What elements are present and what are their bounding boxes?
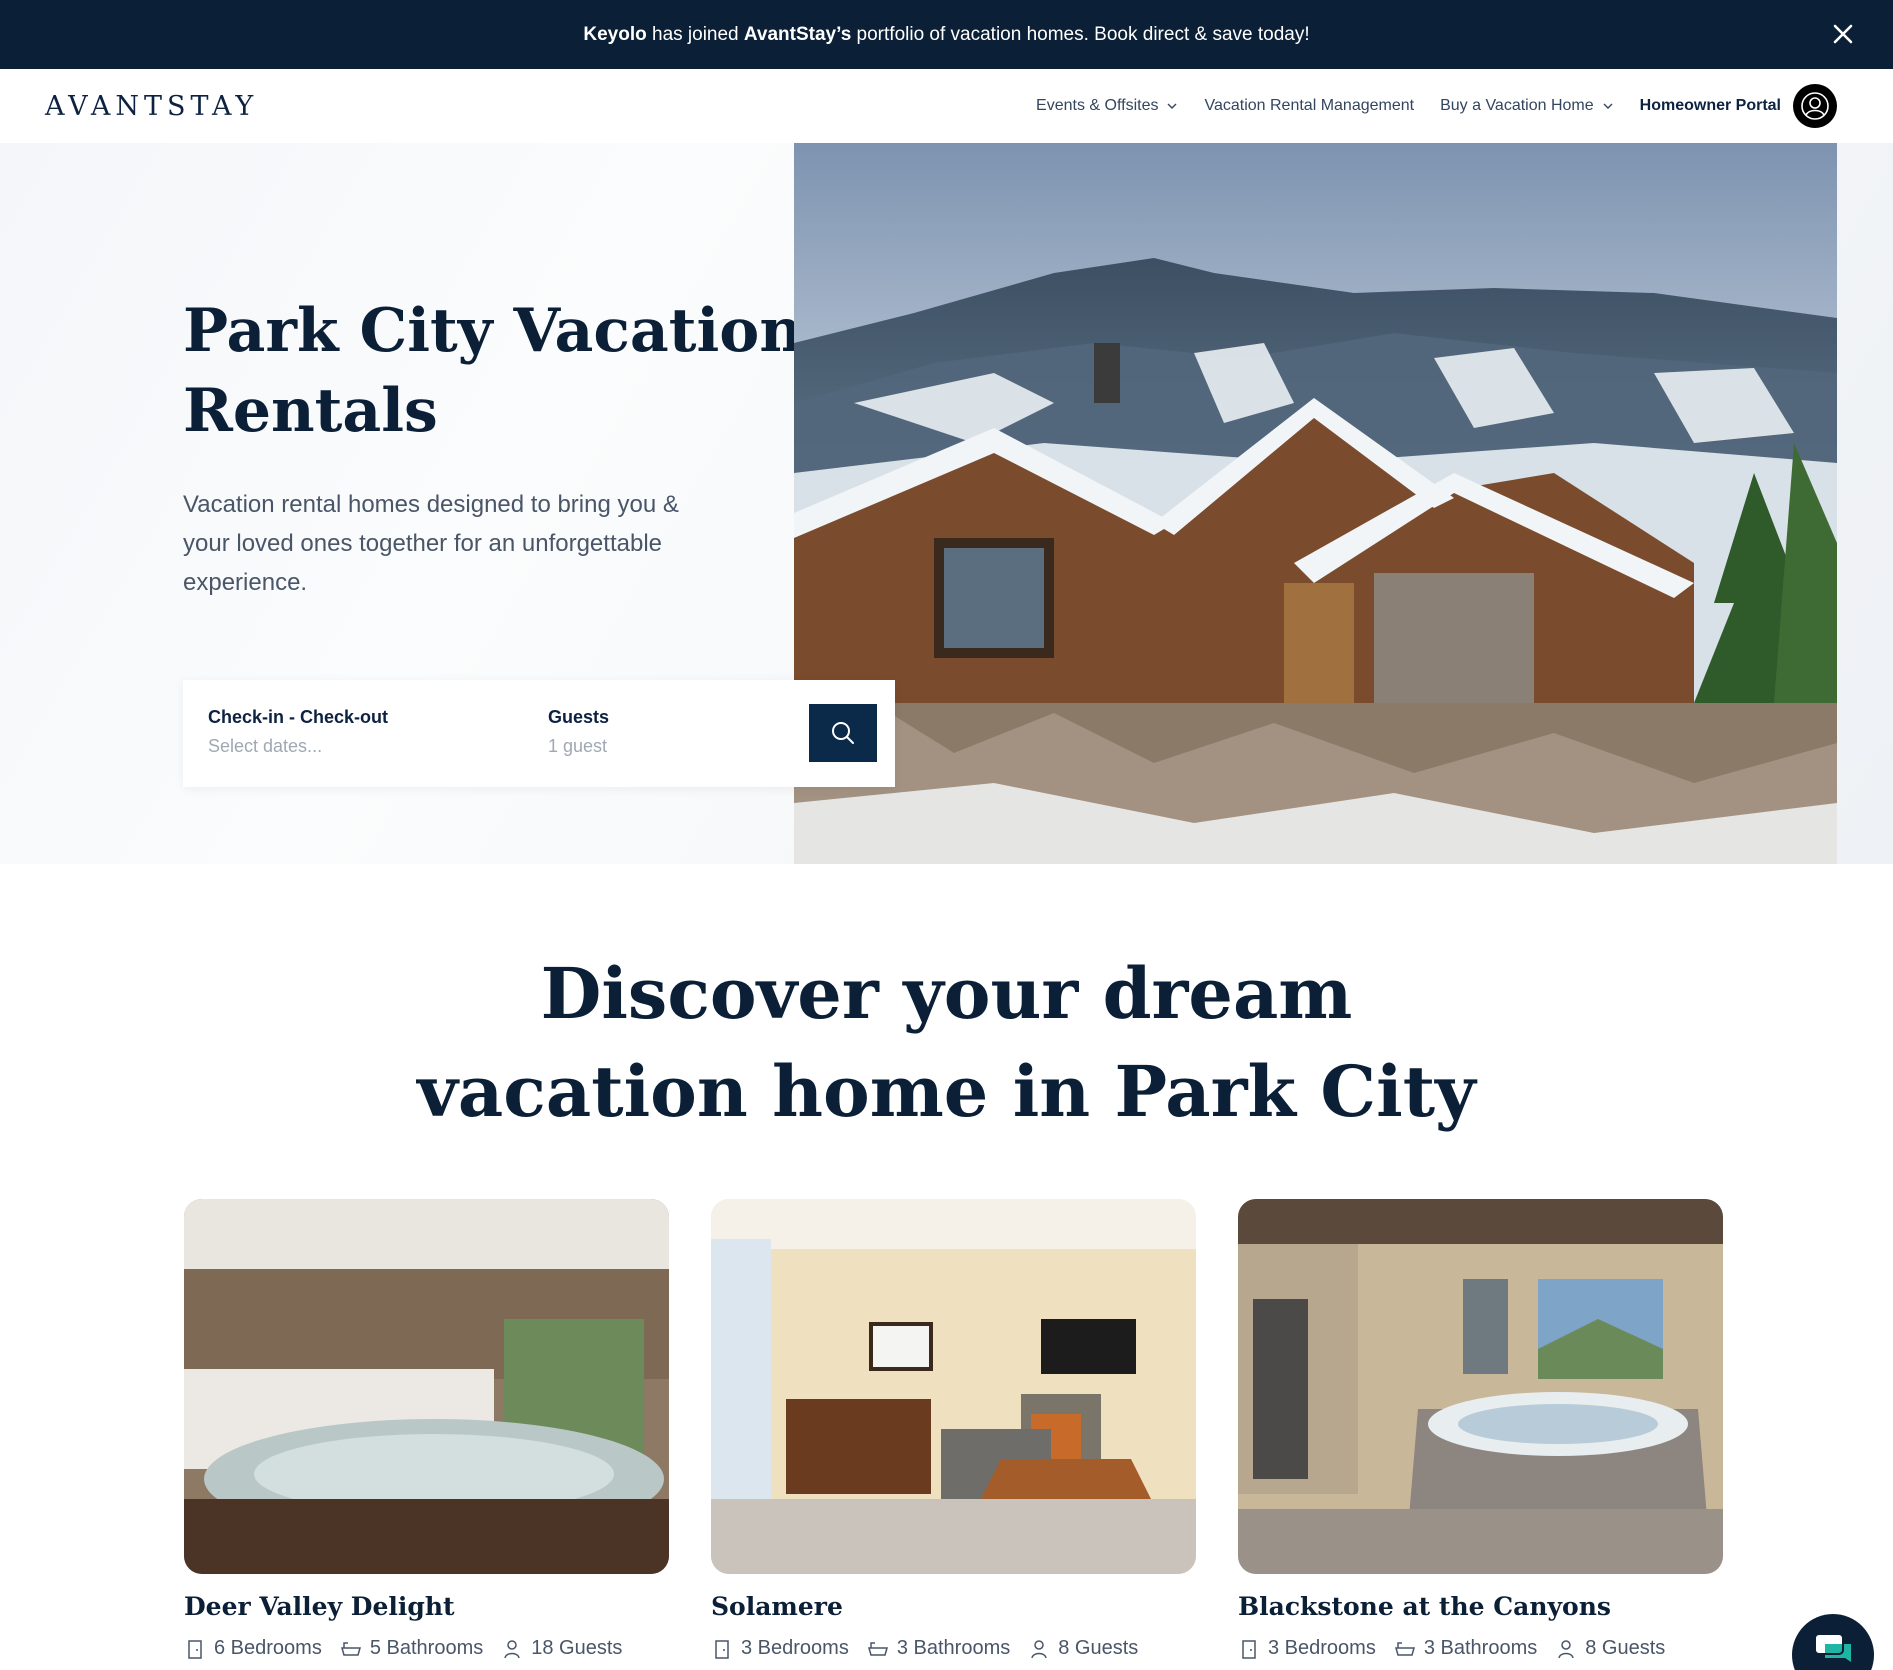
bathrooms-label: 3 Bathrooms (1423, 1637, 1538, 1659)
door-icon (188, 1639, 202, 1659)
guest-icon (1558, 1639, 1574, 1658)
nav-item-label: Buy a Vacation Home (1440, 97, 1594, 114)
bathrooms-label: 3 Bathrooms (896, 1637, 1011, 1659)
hero-subtitle: Vacation rental homes designed to bring … (183, 491, 679, 596)
bathrooms-label: 5 Bathrooms (369, 1637, 484, 1659)
door-icon (1242, 1639, 1256, 1659)
guests-label: Guests (548, 707, 610, 727)
chevron-down-icon (1603, 103, 1613, 109)
listing-title[interactable]: Solamere (711, 1592, 1196, 1621)
listing-card[interactable]: Solamere 3 Bedrooms 3 Bathrooms 8 Guests (711, 1199, 1196, 1660)
bathtub-icon (340, 1641, 361, 1656)
guests: 8 Guests (1028, 1637, 1138, 1660)
bathtub-icon (867, 1641, 888, 1656)
listing-meta: 3 Bedrooms 3 Bathrooms 8 Guests (1238, 1637, 1723, 1660)
bathtub-icon (1394, 1641, 1415, 1656)
nav-item-label: Events & Offsites (1036, 97, 1159, 114)
chevron-down-icon (1167, 103, 1177, 109)
listing-image[interactable] (1238, 1199, 1723, 1574)
listing-card[interactable]: Deer Valley Delight 6 Bedrooms 5 Bathroo… (184, 1199, 669, 1660)
guests-label: 8 Guests (1058, 1637, 1139, 1659)
listing-meta: 6 Bedrooms 5 Bathrooms 18 Guests (184, 1637, 669, 1660)
announcement-text-part1: has joined (646, 23, 744, 45)
hero-image (794, 143, 1837, 864)
bedrooms: 6 Bedrooms (184, 1637, 322, 1660)
nav-item-events-offsites[interactable]: Events & Offsites (1036, 97, 1178, 115)
bedrooms: 3 Bedrooms (711, 1637, 849, 1660)
announcement-brand-avantstay: AvantStay’s (743, 23, 852, 45)
guests-field[interactable]: Guests 1 guest (548, 707, 609, 757)
guests-label: 18 Guests (531, 1637, 623, 1659)
discover-heading-line2: vacation home in Park City (417, 1050, 1476, 1133)
guests: 8 Guests (1555, 1637, 1665, 1660)
guests: 18 Guests (501, 1637, 622, 1660)
top-navigation: AVANTSTAY Events & Offsites Vacation Ren… (0, 69, 1893, 143)
bathrooms: 5 Bathrooms (340, 1637, 483, 1660)
account-button[interactable] (1793, 84, 1837, 128)
nav-item-label: Vacation Rental Management (1204, 97, 1415, 114)
guest-icon (504, 1639, 520, 1658)
listing-title[interactable]: Deer Valley Delight (184, 1592, 669, 1621)
listing-title[interactable]: Blackstone at the Canyons (1238, 1592, 1723, 1621)
user-icon (1801, 92, 1829, 120)
logo[interactable]: AVANTSTAY (45, 91, 258, 122)
hero-title: Park City Vacation Rentals (183, 296, 803, 446)
bedrooms-label: 6 Bedrooms (214, 1637, 322, 1659)
discover-heading-line1: Discover your dream (540, 952, 1353, 1035)
listing-image[interactable] (184, 1199, 669, 1574)
chat-icon (1814, 1633, 1851, 1662)
bedrooms-label: 3 Bedrooms (741, 1637, 849, 1659)
bedrooms: 3 Bedrooms (1238, 1637, 1376, 1660)
dates-input[interactable]: Select dates... (208, 736, 388, 757)
close-icon[interactable] (1831, 22, 1855, 46)
nav-links: Events & Offsites Vacation Rental Manage… (1036, 69, 1781, 143)
bathrooms: 3 Bathrooms (1394, 1637, 1537, 1660)
hero-section: Park City Vacation Rentals Vacation rent… (0, 143, 1893, 864)
dates-label: Check-in - Check-out (208, 707, 389, 727)
guest-icon (1031, 1639, 1047, 1658)
search-bar: Check-in - Check-out Select dates... Gue… (183, 680, 895, 787)
chat-button[interactable] (1792, 1614, 1874, 1670)
search-icon (832, 722, 854, 744)
announcement-brand-keyolo: Keyolo (583, 23, 647, 45)
listing-card[interactable]: Blackstone at the Canyons 3 Bedrooms 3 B… (1238, 1199, 1723, 1660)
bedrooms-label: 3 Bedrooms (1268, 1637, 1376, 1659)
nav-item-homeowner-portal[interactable]: Homeowner Portal (1640, 97, 1781, 115)
guests-input[interactable]: 1 guest (548, 736, 609, 757)
dates-field[interactable]: Check-in - Check-out Select dates... (208, 707, 388, 757)
guests-label: 8 Guests (1585, 1637, 1666, 1659)
discover-heading: Discover your dream vacation home in Par… (0, 945, 1893, 1141)
nav-item-buy-vacation-home[interactable]: Buy a Vacation Home (1440, 97, 1614, 115)
door-icon (715, 1639, 729, 1659)
nav-item-vacation-rental-management[interactable]: Vacation Rental Management (1204, 97, 1414, 115)
search-button[interactable] (809, 704, 877, 762)
announcement-bar: Keyolo has joined AvantStay’s portfolio … (0, 0, 1893, 69)
listing-meta: 3 Bedrooms 3 Bathrooms 8 Guests (711, 1637, 1196, 1660)
announcement-text-part2: portfolio of vacation homes. Book direct… (851, 23, 1310, 45)
announcement-text: Keyolo has joined AvantStay’s portfolio … (583, 24, 1309, 46)
bathrooms: 3 Bathrooms (867, 1637, 1010, 1660)
listing-image[interactable] (711, 1199, 1196, 1574)
nav-item-label: Homeowner Portal (1639, 97, 1781, 114)
